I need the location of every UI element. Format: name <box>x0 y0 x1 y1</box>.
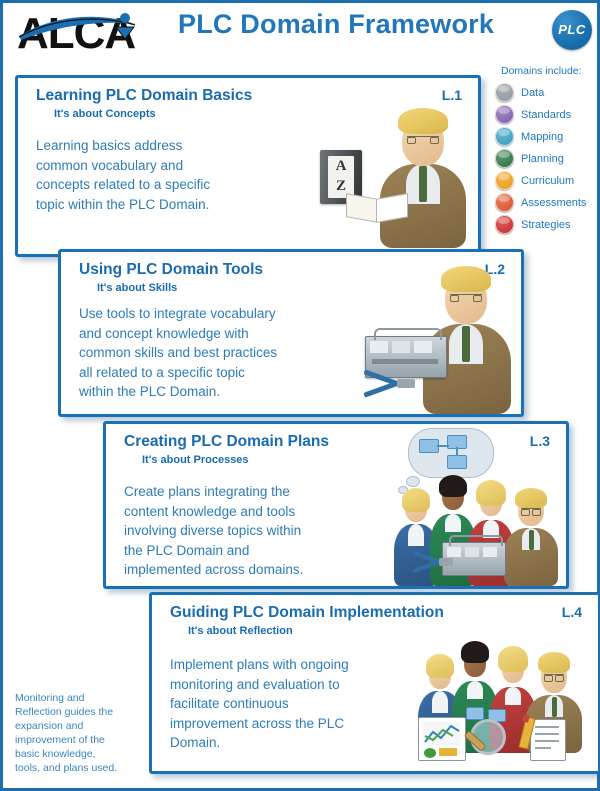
legend-label: Planning <box>521 152 564 165</box>
poster-frame: ALCA PLC Domain Framework PLC Domains in… <box>0 0 600 791</box>
legend-label: Standards <box>521 108 572 121</box>
card-level-badge: L.1 <box>441 87 462 103</box>
level-card-1[interactable]: Learning PLC Domain Basics It's about Co… <box>15 75 481 257</box>
legend-label: Data <box>521 86 545 99</box>
page-title: PLC Domain Framework <box>178 9 495 39</box>
card-subtitle: It's about Reflection <box>188 625 293 637</box>
person-with-dictionary-and-open-book-illustration: AZ <box>318 98 468 248</box>
card-level-badge: L.2 <box>484 261 505 277</box>
legend-item-data[interactable]: Data <box>495 82 600 103</box>
legend-item-assessments[interactable]: Assessments <box>495 192 600 213</box>
legend-item-strategies[interactable]: Strategies <box>495 214 600 235</box>
card-title: Using PLC Domain Tools <box>79 261 263 278</box>
magnifier-icon <box>460 707 516 763</box>
checklist-icon <box>518 714 568 761</box>
planning-icon <box>495 149 514 168</box>
level-card-2[interactable]: Using PLC Domain Tools It's about Skills… <box>58 249 524 417</box>
header: ALCA PLC Domain Framework PLC <box>3 3 597 59</box>
card-subtitle: It's about Skills <box>97 282 178 294</box>
card-body-text: Create plans integrating the content kno… <box>124 484 304 577</box>
thought-bubble-icon <box>408 428 494 478</box>
card-title: Creating PLC Domain Plans <box>124 433 329 450</box>
legend-item-mapping[interactable]: Mapping <box>495 126 600 147</box>
card-level-badge: L.3 <box>529 433 550 449</box>
mapping-icon <box>495 127 514 146</box>
legend-label: Mapping <box>521 130 564 143</box>
plc-badge-label: PLC <box>558 22 586 37</box>
card-body-text: Use tools to integrate vocabulary and co… <box>79 306 278 399</box>
domains-legend: Domains include: Data Standards Mapping … <box>495 65 600 236</box>
legend-item-curriculum[interactable]: Curriculum <box>495 170 600 191</box>
footnote-text: Monitoring and Reflection guides the exp… <box>15 692 118 774</box>
assessments-icon <box>495 193 514 212</box>
level-card-3[interactable]: Creating PLC Domain Plans It's about Pro… <box>103 421 569 589</box>
card-body-text: Learning basics address common vocabular… <box>36 138 211 212</box>
alca-logo: ALCA <box>15 6 143 54</box>
card-level-badge: L.4 <box>561 604 582 620</box>
legend-label: Strategies <box>521 218 571 231</box>
legend-label: Curriculum <box>521 174 575 187</box>
legend-item-planning[interactable]: Planning <box>495 148 600 169</box>
standards-icon <box>495 105 514 124</box>
card-subtitle: It's about Processes <box>142 454 249 466</box>
card-body-text: Implement plans with ongoing monitoring … <box>170 657 349 750</box>
legend-label: Assessments <box>521 196 587 209</box>
curriculum-icon <box>495 171 514 190</box>
card-title: Learning PLC Domain Basics <box>36 87 253 104</box>
plc-badge: PLC <box>552 10 592 50</box>
level-card-4[interactable]: Guiding PLC Domain Implementation It's a… <box>149 592 600 774</box>
domains-legend-title: Domains include: <box>501 65 582 77</box>
data-icon <box>495 83 514 102</box>
strategies-icon <box>495 215 514 234</box>
legend-item-standards[interactable]: Standards <box>495 104 600 125</box>
card-subtitle: It's about Concepts <box>54 108 156 120</box>
card-title: Guiding PLC Domain Implementation <box>170 604 444 621</box>
